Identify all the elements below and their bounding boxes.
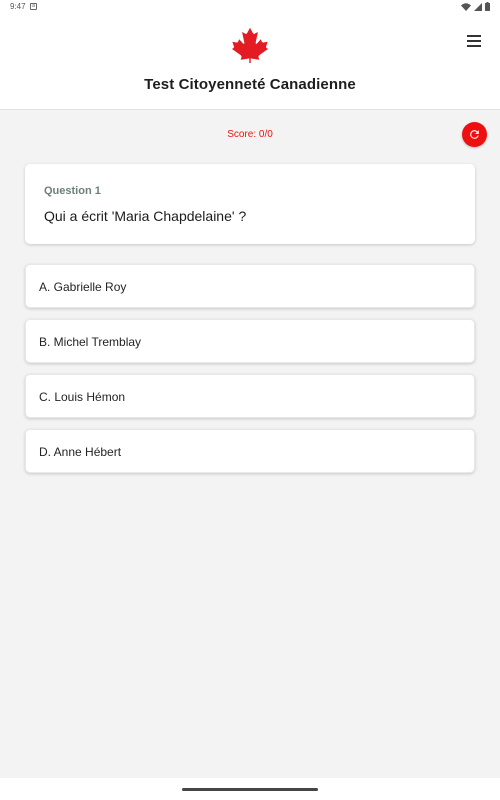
battery-icon — [485, 2, 490, 11]
home-gesture-pill[interactable] — [182, 788, 318, 791]
question-text: Qui a écrit 'Maria Chapdelaine' ? — [44, 208, 247, 224]
status-bar: 9:47 a — [0, 0, 500, 14]
maple-leaf-icon — [232, 27, 268, 63]
score-label: Score: 0/0 — [227, 129, 273, 140]
question-card: Question 1 Qui a écrit 'Maria Chapdelain… — [25, 164, 475, 244]
answer-option-a[interactable]: A. Gabrielle Roy — [25, 264, 475, 308]
answer-option-c[interactable]: C. Louis Hémon — [25, 374, 475, 418]
status-time: 9:47 — [10, 2, 26, 11]
answer-label: A. Gabrielle Roy — [39, 280, 127, 294]
refresh-icon — [470, 130, 479, 139]
signal-icon — [474, 2, 482, 11]
wifi-icon — [461, 2, 471, 11]
app-header: Test Citoyenneté Canadienne — [0, 14, 500, 110]
menu-icon[interactable] — [467, 35, 481, 47]
answer-option-d[interactable]: D. Anne Hébert — [25, 429, 475, 473]
question-number: Question 1 — [44, 185, 101, 197]
refresh-button[interactable] — [462, 122, 487, 147]
answer-label: C. Louis Hémon — [39, 390, 126, 404]
app-title: Test Citoyenneté Canadienne — [144, 76, 356, 93]
answer-label: B. Michel Tremblay — [39, 335, 142, 349]
navigation-bar — [0, 778, 500, 800]
status-icons — [461, 2, 490, 11]
answer-option-b[interactable]: B. Michel Tremblay — [25, 319, 475, 363]
notification-icon: a — [30, 3, 37, 10]
answer-label: D. Anne Hébert — [39, 445, 122, 459]
